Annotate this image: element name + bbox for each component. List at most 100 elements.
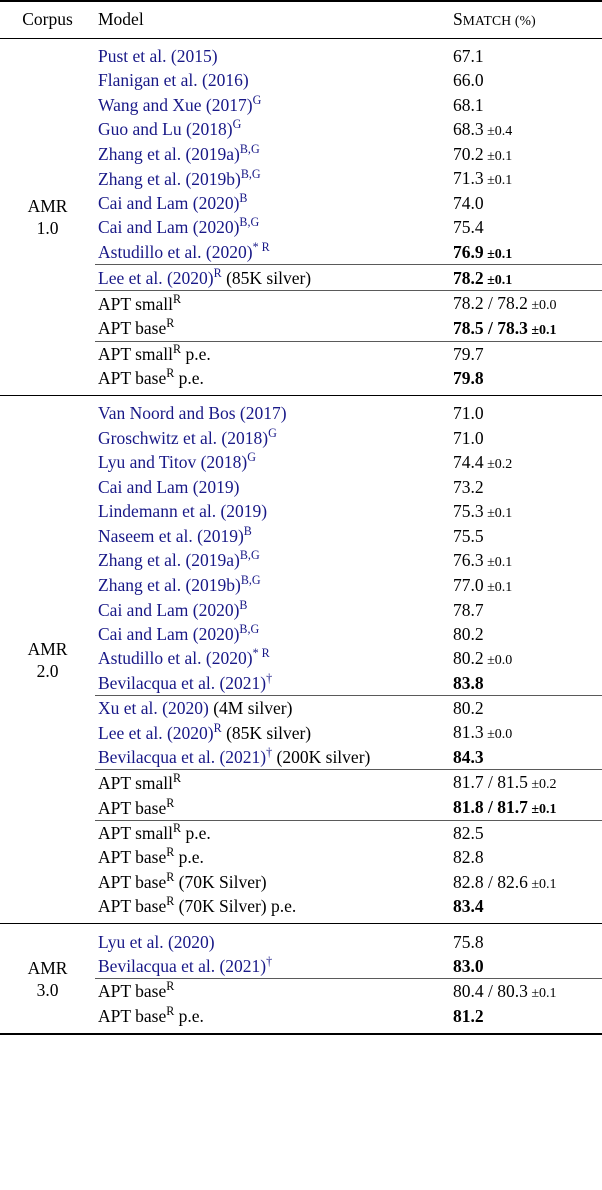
citation-link[interactable]: Naseem et al. (2019) [98, 526, 244, 546]
citation-link[interactable]: Guo and Lu (2018) [98, 119, 233, 139]
model-superscript: † [266, 671, 273, 686]
model-suffix: p.e. [174, 1005, 204, 1026]
smatch-stddev: ±0.4 [483, 123, 513, 139]
model-name-cell: Cai and Lam (2020)B [95, 598, 445, 622]
model-label: APT small [98, 343, 174, 364]
citation-link[interactable]: Bevilacqua et al. (2021) [98, 747, 266, 767]
smatch-score-cell: 71.0 [445, 401, 602, 425]
citation-link[interactable]: Lyu et al. (2020) [98, 932, 215, 952]
model-suffix: (70K Silver) [174, 871, 267, 892]
smatch-score-cell: 68.3 ±0.4 [445, 117, 602, 142]
smatch-value: 81.3 [453, 722, 484, 743]
corpus-label: AMR 1.0 [0, 44, 95, 390]
citation-link[interactable]: Astudillo et al. (2020) [98, 648, 253, 668]
model-label: APT base [98, 847, 167, 868]
smatch-score-cell: 82.8 [445, 845, 602, 869]
model-name-cell: Cai and Lam (2019) [95, 475, 445, 499]
smatch-stddev: ±0.1 [527, 323, 557, 339]
model-suffix: p.e. [181, 823, 211, 844]
citation-link[interactable]: Flanigan et al. (2016) [98, 70, 249, 90]
smatch-value: 83.0 [453, 955, 484, 976]
citation-link[interactable]: Lyu and Titov (2018) [98, 452, 247, 472]
smatch-score-cell: 84.3 [445, 745, 602, 770]
smatch-value: 80.2 [453, 623, 484, 644]
corpus-label-line2: 1.0 [36, 218, 59, 239]
citation-link[interactable]: Cai and Lam (2020) [98, 624, 239, 644]
model-superscript: G [268, 425, 277, 440]
smatch-score-cell: 76.3 ±0.1 [445, 548, 602, 573]
citation-link[interactable]: Lee et al. (2020) [98, 723, 214, 743]
model-name-cell: APT baseR p.e. [95, 366, 445, 390]
results-table: Corpus Model SMATCH (%) AMR 1.0 Pust et al. (… [0, 0, 602, 1036]
citation-link[interactable]: Zhang et al. (2019b) [98, 169, 241, 189]
rule-full [0, 1032, 602, 1036]
model-superscript: B [239, 191, 248, 206]
smatch-value: 84.3 [453, 747, 484, 768]
model-suffix: p.e. [174, 368, 204, 389]
citation-link[interactable]: Pust et al. (2015) [98, 46, 218, 66]
smatch-stddev: ±0.1 [527, 986, 557, 1002]
citation-link[interactable]: Wang and Xue (2017) [98, 95, 253, 115]
smatch-value: 70.2 [453, 143, 484, 164]
corpus-label-line1: AMR [27, 638, 68, 659]
smatch-stddev: ±0.1 [527, 802, 557, 818]
citation-link[interactable]: Van Noord and Bos (2017) [98, 403, 287, 423]
model-label: APT base [98, 896, 167, 917]
smatch-score-cell: 74.0 [445, 191, 602, 215]
model-name-cell: APT baseR p.e. [95, 845, 445, 869]
citation-link[interactable]: Lee et al. (2020) [98, 268, 214, 288]
smatch-value: 78.5 / 78.3 [453, 318, 528, 339]
smatch-score-cell: 67.1 [445, 44, 602, 68]
citation-link[interactable]: Lindemann et al. (2019) [98, 501, 267, 521]
citation-link[interactable]: Bevilacqua et al. (2021) [98, 956, 266, 976]
citation-link[interactable]: Groschwitz et al. (2018) [98, 428, 268, 448]
smatch-score-cell: 75.8 [445, 929, 602, 953]
citation-link[interactable]: Cai and Lam (2019) [98, 477, 239, 497]
citation-link[interactable]: Astudillo et al. (2020) [98, 242, 253, 262]
model-suffix: p.e. [181, 343, 211, 364]
citation-link[interactable]: Cai and Lam (2020) [98, 193, 239, 213]
table-header-row: Corpus Model SMATCH (%) [0, 2, 602, 39]
smatch-score-cell: 79.7 [445, 342, 602, 366]
model-name-cell: Wang and Xue (2017)G [95, 92, 445, 116]
model-name-cell: APT baseR (70K Silver) p.e. [95, 894, 445, 918]
model-name-cell: Bevilacqua et al. (2021)† [95, 671, 445, 696]
smatch-score-cell: 77.0 ±0.1 [445, 573, 602, 598]
model-name-cell: APT baseR [95, 979, 445, 1004]
smatch-stddev: ±0.1 [483, 246, 513, 262]
model-label: APT base [98, 1005, 167, 1026]
smatch-score-cell: 70.2 ±0.1 [445, 142, 602, 167]
corpus-label-line1: AMR [27, 957, 68, 978]
smatch-stddev: ±0.2 [483, 456, 513, 472]
smatch-value: 71.0 [453, 427, 484, 448]
smatch-value: 73.2 [453, 476, 484, 497]
table-row: AMR 2.0 Van Noord and Bos (2017) 71.0 [0, 401, 602, 680]
table-page: Corpus Model SMATCH (%) AMR 1.0 Pust et al. (… [0, 0, 602, 1190]
smatch-score-cell: 80.2 [445, 622, 602, 646]
citation-link[interactable]: Zhang et al. (2019a) [98, 550, 240, 570]
model-superscript: R [173, 770, 182, 785]
smatch-initial: S [453, 9, 463, 29]
model-name-cell: Lindemann et al. (2019) [95, 499, 445, 524]
smatch-value: 79.7 [453, 343, 484, 364]
smatch-score-cell: 79.8 [445, 366, 602, 390]
model-name-cell: Groschwitz et al. (2018)G [95, 426, 445, 450]
citation-link[interactable]: Xu et al. (2020) [98, 698, 209, 718]
smatch-value: 76.9 [453, 241, 484, 262]
smatch-value: 82.5 [453, 823, 484, 844]
corpus-label-line2: 2.0 [36, 660, 59, 681]
citation-link[interactable]: Zhang et al. (2019b) [98, 575, 241, 595]
citation-link[interactable]: Cai and Lam (2020) [98, 217, 239, 237]
smatch-score-cell: 71.0 [445, 426, 602, 450]
smatch-stddev: ±0.1 [483, 554, 513, 570]
model-name-cell: APT smallR [95, 770, 445, 795]
smatch-score-cell: 75.3 ±0.1 [445, 499, 602, 524]
smatch-score-cell: 81.7 / 81.5 ±0.2 [445, 770, 602, 795]
citation-link[interactable]: Zhang et al. (2019a) [98, 144, 240, 164]
model-name-cell: APT baseR (70K Silver) [95, 869, 445, 894]
citation-link[interactable]: Cai and Lam (2020) [98, 600, 239, 620]
smatch-score-cell: 75.4 [445, 215, 602, 239]
smatch-score-cell: 81.8 / 81.7 ±0.1 [445, 795, 602, 820]
citation-link[interactable]: Bevilacqua et al. (2021) [98, 673, 266, 693]
model-name-cell: Bevilacqua et al. (2021)† [95, 954, 445, 979]
